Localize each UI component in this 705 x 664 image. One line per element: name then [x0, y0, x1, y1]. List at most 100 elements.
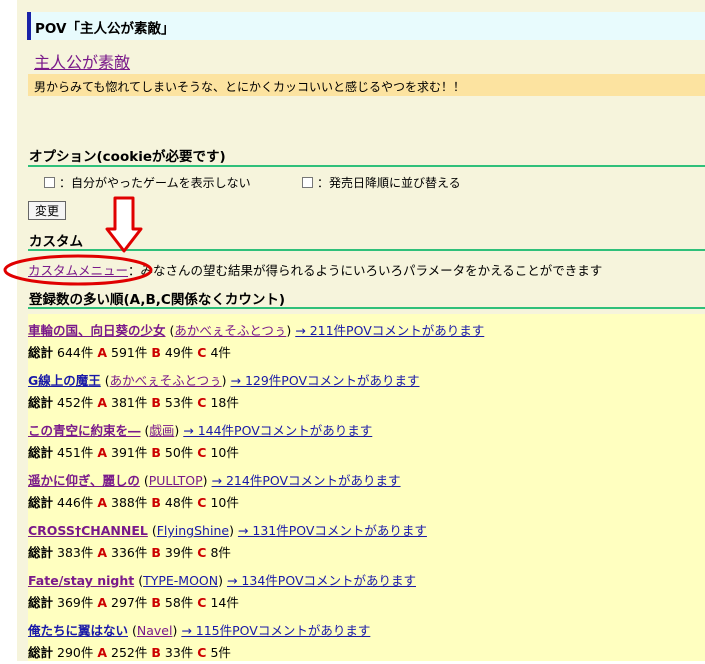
rank-a-label: A	[97, 445, 108, 460]
rank-a-count: 391件	[111, 445, 148, 460]
total-count: 446件	[57, 495, 94, 510]
brand-link[interactable]: あかべぇそふとつぅ	[110, 373, 222, 388]
rank-a-label: A	[97, 545, 108, 560]
rank-a-count: 381件	[111, 395, 148, 410]
rank-a-count: 336件	[111, 545, 148, 560]
rank-a-count: 388件	[111, 495, 148, 510]
rank-a-count: 591件	[111, 345, 148, 360]
comments-link[interactable]: → 131件POVコメントがあります	[238, 523, 427, 538]
game-title-link[interactable]: 車輪の国、向日葵の少女	[28, 323, 166, 338]
rank-b-count: 39件	[164, 545, 194, 560]
brand-link[interactable]: Navel	[137, 623, 173, 638]
rank-a-label: A	[97, 595, 108, 610]
rank-c-label: C	[197, 445, 207, 460]
ranking-list: 車輪の国、向日葵の少女 (あかべぇそふとつぅ) → 211件POVコメントがあり…	[28, 314, 705, 661]
vote-counts: 総計 383件 A 336件 B 39件 C 8件	[28, 542, 231, 561]
total-count: 290件	[57, 645, 94, 660]
rank-c-count: 4件	[210, 345, 231, 360]
total-label: 総計	[28, 395, 54, 410]
rank-c-count: 10件	[210, 445, 239, 460]
rank-c-label: C	[197, 345, 207, 360]
ranking-entry: G線上の魔王 (あかべぇそふとつぅ) → 129件POVコメントがあります 総計…	[28, 373, 420, 410]
options-heading: オプション(cookieが必要です)	[29, 149, 226, 165]
option-hide-played[interactable]: ：自分がやったゲームを表示しない	[44, 174, 251, 191]
game-title-link[interactable]: この青空に約束を―	[28, 423, 141, 438]
comments-link[interactable]: → 211件POVコメントがあります	[295, 323, 484, 338]
total-label: 総計	[28, 345, 54, 360]
rank-c-label: C	[197, 595, 207, 610]
custom-heading: カスタム	[29, 234, 83, 250]
rank-b-label: B	[151, 645, 161, 660]
sort-release-checkbox[interactable]	[302, 177, 313, 188]
vote-counts: 総計 446件 A 388件 B 48件 C 10件	[28, 492, 239, 511]
rank-b-label: B	[151, 495, 161, 510]
total-label: 総計	[28, 595, 54, 610]
rank-c-label: C	[197, 645, 207, 660]
rank-b-count: 50件	[164, 445, 194, 460]
red-circle-annotation-icon	[3, 254, 153, 286]
brand-link[interactable]: あかべぇそふとつぅ	[174, 323, 286, 338]
rank-b-count: 33件	[164, 645, 194, 660]
ranking-entry: 俺たちに翼はない (Navel) → 115件POVコメントがあります 総計 2…	[28, 623, 371, 661]
brand-link[interactable]: FlyingShine	[157, 523, 229, 538]
rank-c-label: C	[197, 495, 207, 510]
total-count: 644件	[57, 345, 94, 360]
rank-b-count: 53件	[164, 395, 194, 410]
rank-c-count: 10件	[210, 495, 239, 510]
total-count: 383件	[57, 545, 94, 560]
rank-b-count: 49件	[164, 345, 194, 360]
total-label: 総計	[28, 545, 54, 560]
hide-played-checkbox[interactable]	[44, 177, 55, 188]
comments-link[interactable]: → 129件POVコメントがあります	[231, 373, 420, 388]
hide-played-label: ：自分がやったゲームを表示しない	[59, 176, 251, 190]
total-count: 452件	[57, 395, 94, 410]
vote-counts: 総計 369件 A 297件 B 58件 C 14件	[28, 592, 239, 611]
total-count: 369件	[57, 595, 94, 610]
rank-c-count: 14件	[210, 595, 239, 610]
brand-link[interactable]: 戯画	[149, 423, 174, 438]
ranking-entry: 遥かに仰ぎ、麗しの (PULLTOP) → 214件POVコメントがあります 総…	[28, 473, 401, 511]
page-title-link[interactable]: 主人公が素敵	[34, 49, 130, 73]
change-button[interactable]: 変更	[28, 201, 66, 220]
rank-a-count: 297件	[111, 595, 148, 610]
comments-link[interactable]: → 115件POVコメントがあります	[181, 623, 370, 638]
ranking-entry: 車輪の国、向日葵の少女 (あかべぇそふとつぅ) → 211件POVコメントがあり…	[28, 323, 485, 361]
rank-b-count: 48件	[164, 495, 194, 510]
rank-c-count: 8件	[210, 545, 231, 560]
total-label: 総計	[28, 445, 54, 460]
brand-link[interactable]: TYPE-MOON	[143, 573, 218, 588]
rank-b-label: B	[151, 395, 161, 410]
comments-link[interactable]: → 144件POVコメントがあります	[183, 423, 372, 438]
total-count: 451件	[57, 445, 94, 460]
rank-c-label: C	[197, 395, 207, 410]
game-title-link[interactable]: 遥かに仰ぎ、麗しの	[28, 473, 140, 488]
game-title-link[interactable]: 俺たちに翼はない	[28, 623, 128, 638]
comments-link[interactable]: → 214件POVコメントがあります	[212, 473, 401, 488]
vote-counts: 総計 290件 A 252件 B 33件 C 5件	[28, 642, 231, 661]
ranking-entry: Fate/stay night (TYPE-MOON) → 134件POVコメン…	[28, 573, 416, 611]
vote-counts: 総計 644件 A 591件 B 49件 C 4件	[28, 342, 231, 361]
option-sort-by-release[interactable]: ：発売日降順に並び替える	[302, 174, 461, 191]
total-label: 総計	[28, 495, 54, 510]
sort-release-label: ：発売日降順に並び替える	[317, 176, 461, 190]
ranking-entry: この青空に約束を― (戯画) → 144件POVコメントがあります 総計 451…	[28, 423, 373, 460]
rank-b-count: 58件	[164, 595, 194, 610]
ranking-heading: 登録数の多い順(A,B,C関係なくカウント)	[29, 292, 285, 308]
ranking-divider	[28, 307, 705, 309]
game-title-link[interactable]: Fate/stay night	[28, 573, 134, 588]
page-header-title: POV「主人公が素敵」	[35, 21, 175, 37]
rank-b-label: B	[151, 545, 161, 560]
ranking-entry: CROSS†CHANNEL (FlyingShine) → 131件POVコメン…	[28, 523, 427, 561]
brand-link[interactable]: PULLTOP	[149, 473, 203, 488]
total-label: 総計	[28, 645, 54, 660]
game-title-link[interactable]: CROSS†CHANNEL	[28, 523, 148, 538]
comments-link[interactable]: → 134件POVコメントがあります	[227, 573, 416, 588]
rank-a-label: A	[97, 395, 108, 410]
description-text: 男からみても惚れてしまいそうな、とにかくカッコいいと感じるやつを求む！！	[34, 80, 466, 94]
rank-b-label: B	[151, 595, 161, 610]
custom-menu-description: ：みなさんの望む結果が得られるようにいろいろパラメータをかえることができます	[128, 263, 603, 278]
options-divider	[28, 165, 705, 167]
game-title-link[interactable]: G線上の魔王	[28, 373, 101, 388]
rank-c-count: 18件	[210, 395, 239, 410]
red-arrow-annotation-icon	[105, 196, 143, 253]
